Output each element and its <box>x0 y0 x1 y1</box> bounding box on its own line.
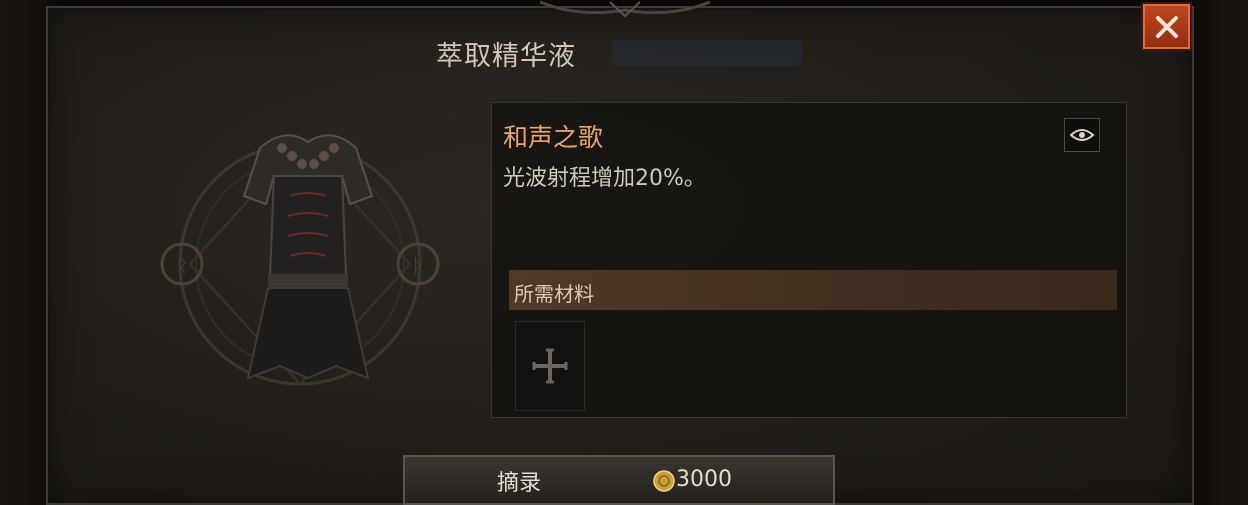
aspect-name: 和声之歌 <box>503 123 604 152</box>
close-icon <box>1155 15 1178 38</box>
chest-armor-icon <box>242 134 374 380</box>
cross-icon <box>532 348 568 384</box>
materials-header: 所需材料 <box>514 282 594 306</box>
material-slot[interactable] <box>515 321 585 411</box>
eye-icon <box>1070 129 1094 141</box>
screen: 萃取精华液 ᚱ ᚦ 和声之歌 光波射程增加20%。 所需材料 摘录 3000 <box>0 0 1248 505</box>
aspect-description: 光波射程增加20%。 <box>503 166 706 191</box>
gold-cost: 3000 <box>676 467 732 492</box>
close-button[interactable] <box>1143 4 1190 49</box>
item-preview: ᚱ ᚦ <box>110 86 490 418</box>
dialog-title: 萃取精华液 <box>436 41 576 72</box>
preview-button[interactable] <box>1064 118 1100 152</box>
gold-coin-icon <box>653 470 675 492</box>
extract-button[interactable] <box>403 455 835 505</box>
top-ornament-icon <box>540 0 710 18</box>
extract-button-label: 摘录 <box>497 471 542 496</box>
title-glow <box>612 40 802 66</box>
materials-header-bar <box>509 270 1117 310</box>
